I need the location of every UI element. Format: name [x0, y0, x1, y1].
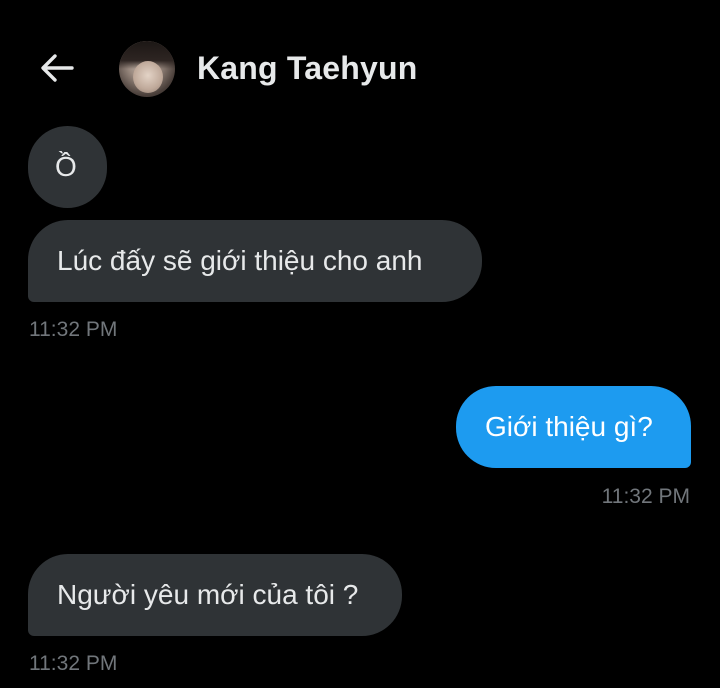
message-timestamp: 11:32 PM	[29, 652, 118, 675]
message-bubble-outgoing[interactable]: Giới thiệu gì?	[456, 386, 691, 468]
conversation-header: Kang Taehyun	[0, 0, 720, 130]
message-text: Ồ	[55, 151, 77, 182]
contact-name[interactable]: Kang Taehyun	[197, 50, 418, 87]
message-bubble-incoming[interactable]: Người yêu mới của tôi ?	[28, 554, 402, 636]
message-bubble-incoming[interactable]: Ồ	[28, 126, 107, 208]
message-bubble-incoming[interactable]: Lúc đấy sẽ giới thiệu cho anh	[28, 220, 482, 302]
avatar[interactable]	[119, 41, 175, 97]
message-text: Người yêu mới của tôi ?	[57, 579, 359, 610]
message-text: Giới thiệu gì?	[485, 411, 653, 442]
message-timestamp: 11:32 PM	[601, 485, 690, 508]
back-button[interactable]	[36, 50, 76, 86]
arrow-left-icon	[41, 54, 74, 82]
message-timestamp: 11:32 PM	[29, 318, 118, 341]
avatar-face	[133, 61, 163, 93]
message-text: Lúc đấy sẽ giới thiệu cho anh	[57, 245, 423, 276]
